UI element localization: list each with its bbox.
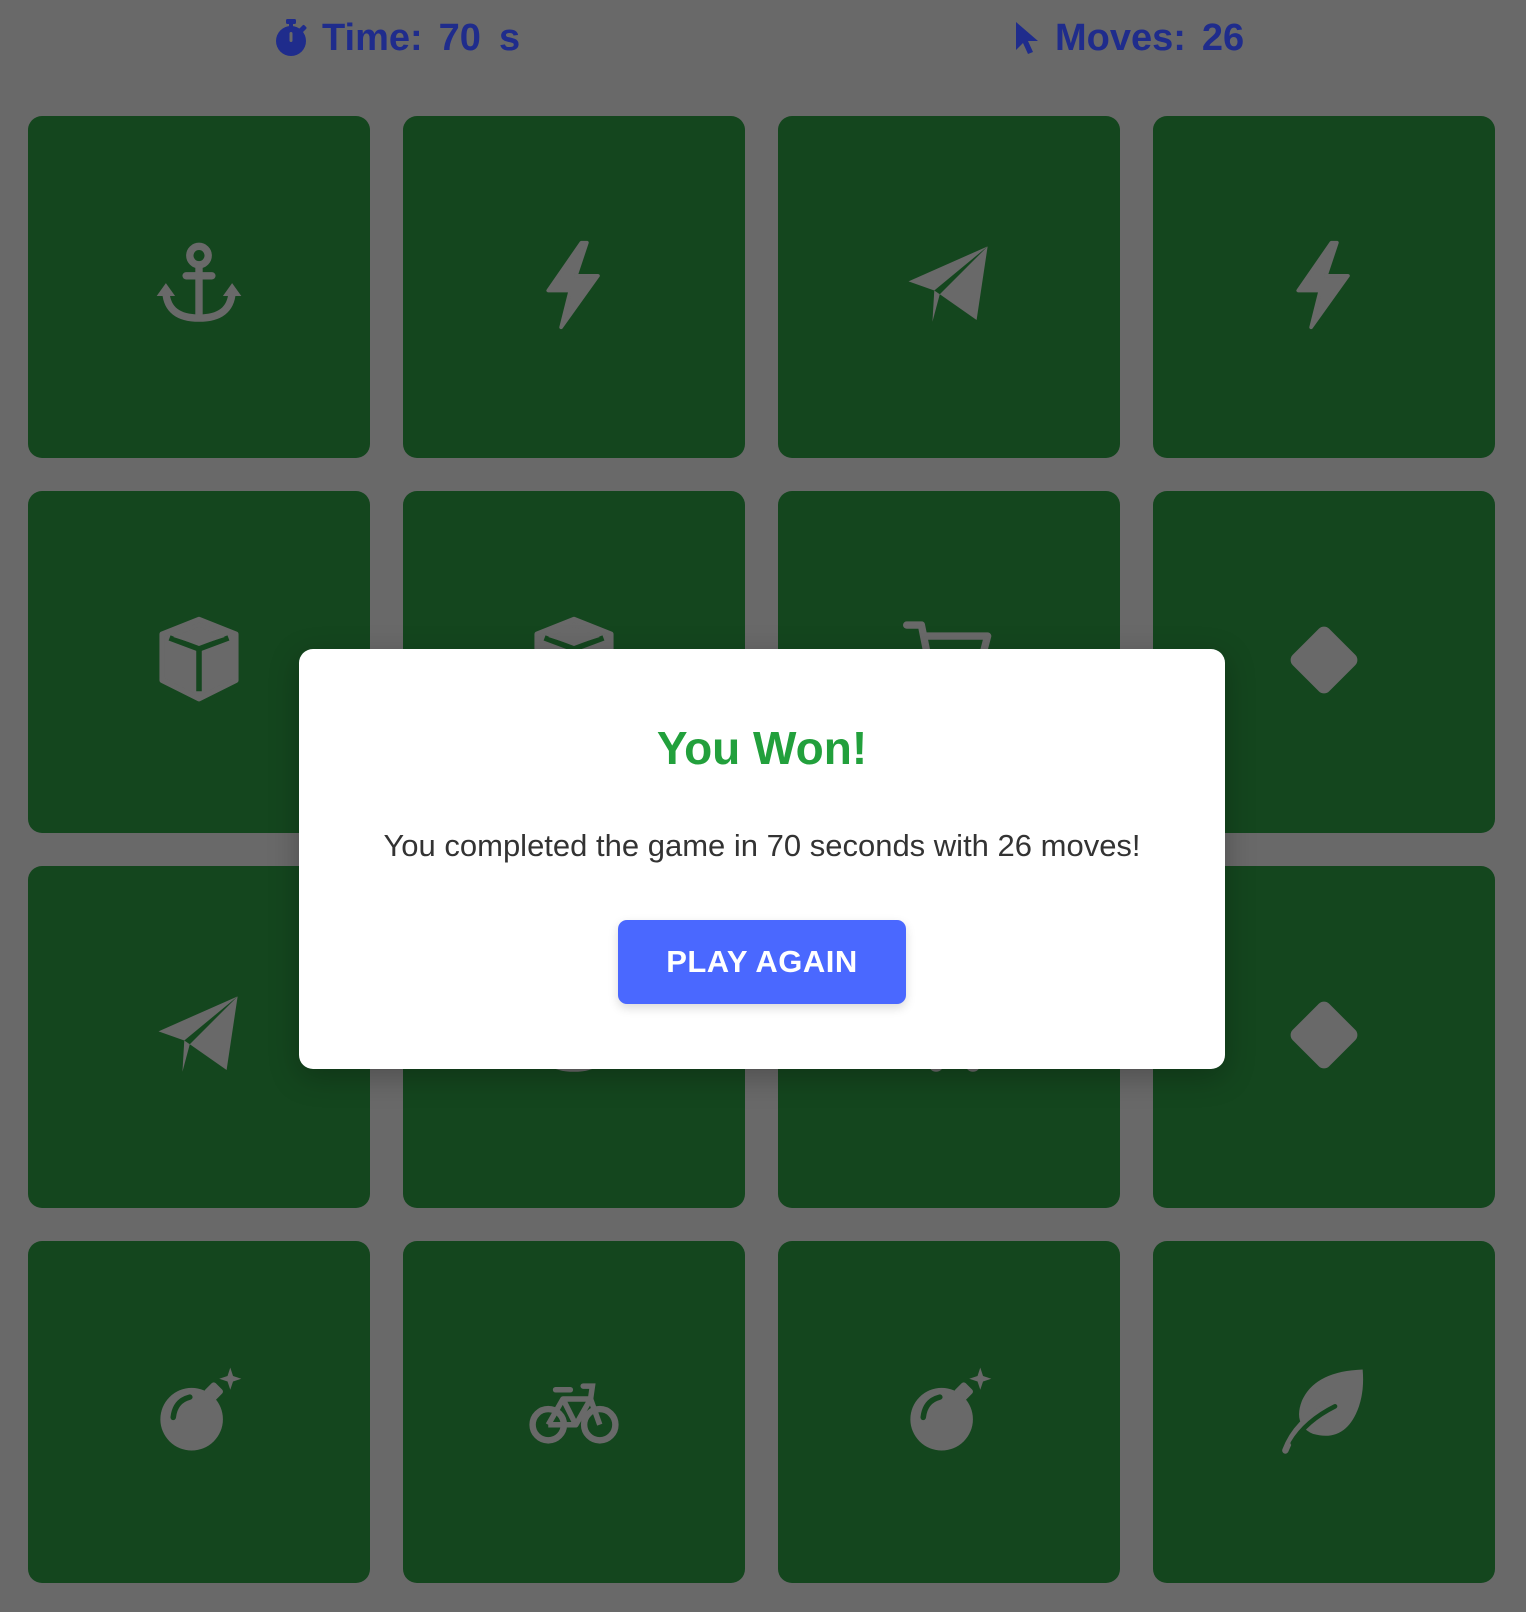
- cursor-icon: [1013, 20, 1041, 56]
- cube-icon: [153, 614, 245, 711]
- win-modal: You Won! You completed the game in 70 se…: [299, 649, 1225, 1069]
- memory-card[interactable]: [28, 1241, 370, 1583]
- bomb-icon: [903, 1364, 995, 1461]
- bicycle-icon: [528, 1364, 620, 1461]
- bomb-icon: [153, 1364, 245, 1461]
- time-stat: Time: 70 s: [274, 12, 520, 64]
- memory-card[interactable]: [1153, 1241, 1495, 1583]
- paper-plane-icon: [153, 989, 245, 1086]
- diamond-icon: [1278, 989, 1370, 1086]
- modal-title: You Won!: [656, 722, 868, 774]
- memory-card[interactable]: [403, 1241, 745, 1583]
- play-again-button[interactable]: PLAY AGAIN: [618, 920, 906, 1004]
- time-label: Time:: [322, 16, 423, 59]
- paper-plane-icon: [903, 239, 995, 336]
- memory-card[interactable]: [1153, 116, 1495, 458]
- moves-label: Moves:: [1055, 16, 1186, 59]
- time-value: 70: [438, 16, 481, 59]
- memory-card[interactable]: [778, 116, 1120, 458]
- leaf-icon: [1278, 1364, 1370, 1461]
- bolt-icon: [528, 239, 620, 336]
- moves-stat: Moves: 26: [1013, 12, 1244, 64]
- moves-value: 26: [1201, 16, 1245, 59]
- stopwatch-icon: [274, 19, 308, 57]
- anchor-icon: [153, 239, 245, 336]
- diamond-icon: [1278, 614, 1370, 711]
- bolt-icon: [1278, 239, 1370, 336]
- memory-card[interactable]: [28, 116, 370, 458]
- stats-bar: Time: 70 s Moves: 26: [0, 12, 1526, 64]
- memory-card[interactable]: [403, 116, 745, 458]
- time-unit: s: [498, 16, 521, 59]
- memory-card[interactable]: [778, 1241, 1120, 1583]
- modal-message: You completed the game in 70 seconds wit…: [383, 828, 1141, 863]
